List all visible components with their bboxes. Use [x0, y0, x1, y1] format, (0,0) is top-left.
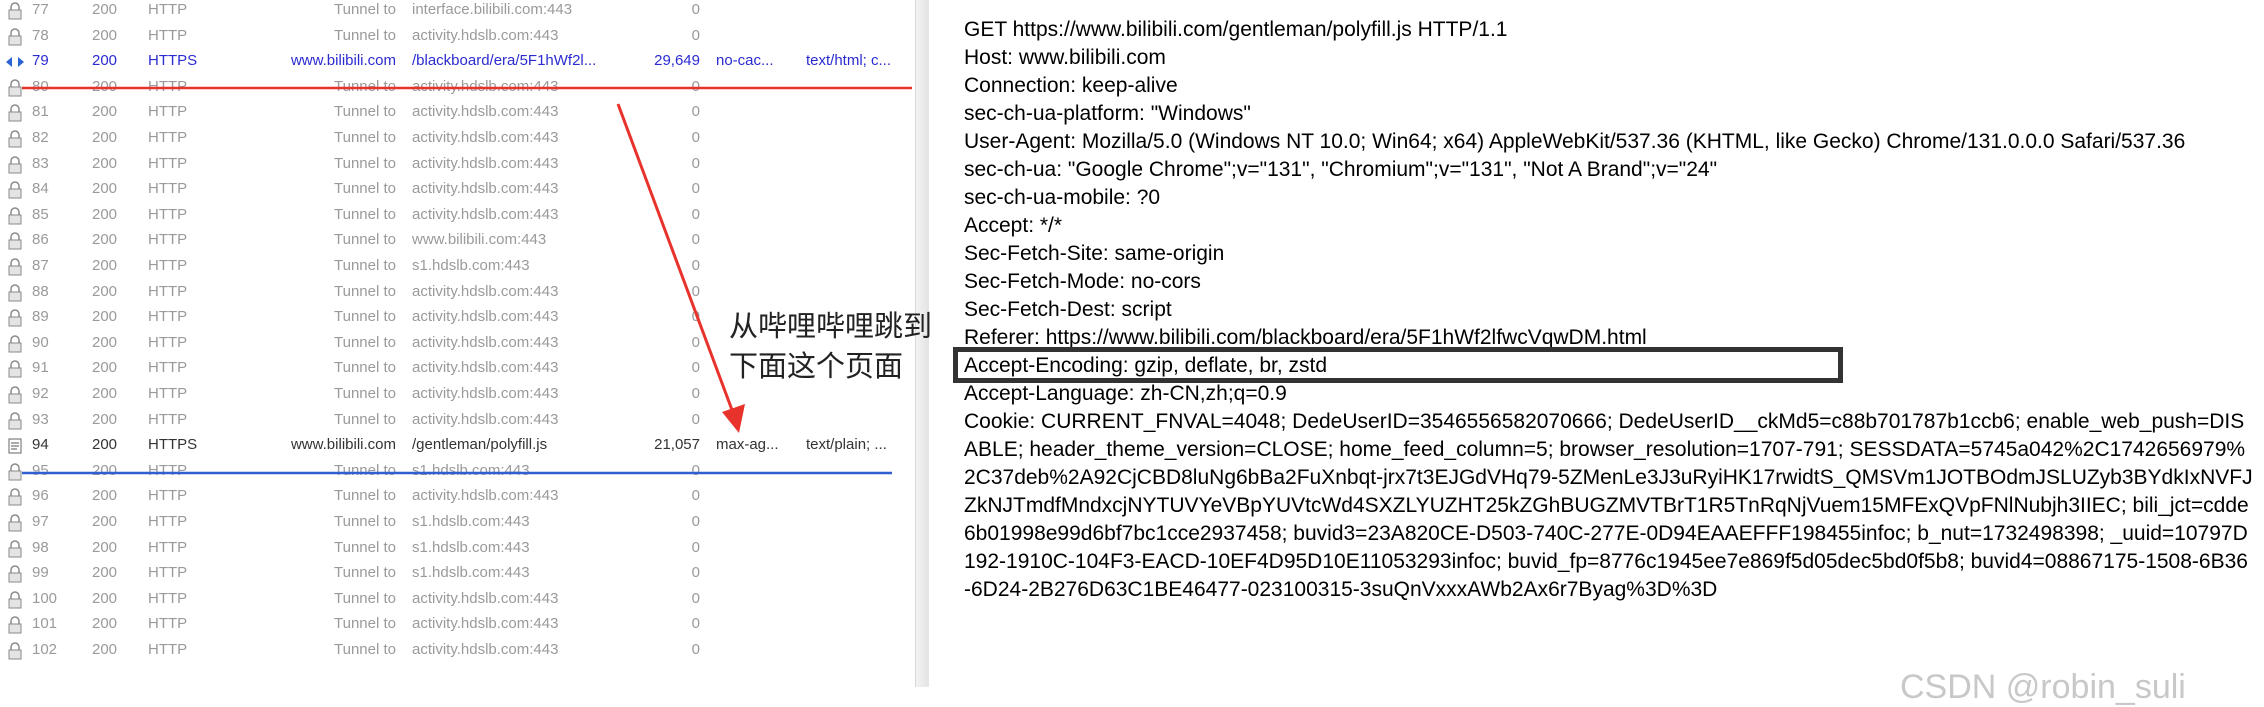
annotation-line-2: 下面这个页面	[729, 349, 904, 383]
watermark: CSDN @robin_suli	[1900, 668, 2186, 706]
annotation-text: 从哔哩哔哩跳到 下面这个页面	[729, 306, 932, 386]
annotation-overlay	[22, 86, 912, 475]
red-arrow-head	[722, 404, 745, 433]
red-arrow-line	[616, 103, 737, 419]
annotation-line-1: 从哔哩哔哩跳到	[729, 309, 933, 343]
